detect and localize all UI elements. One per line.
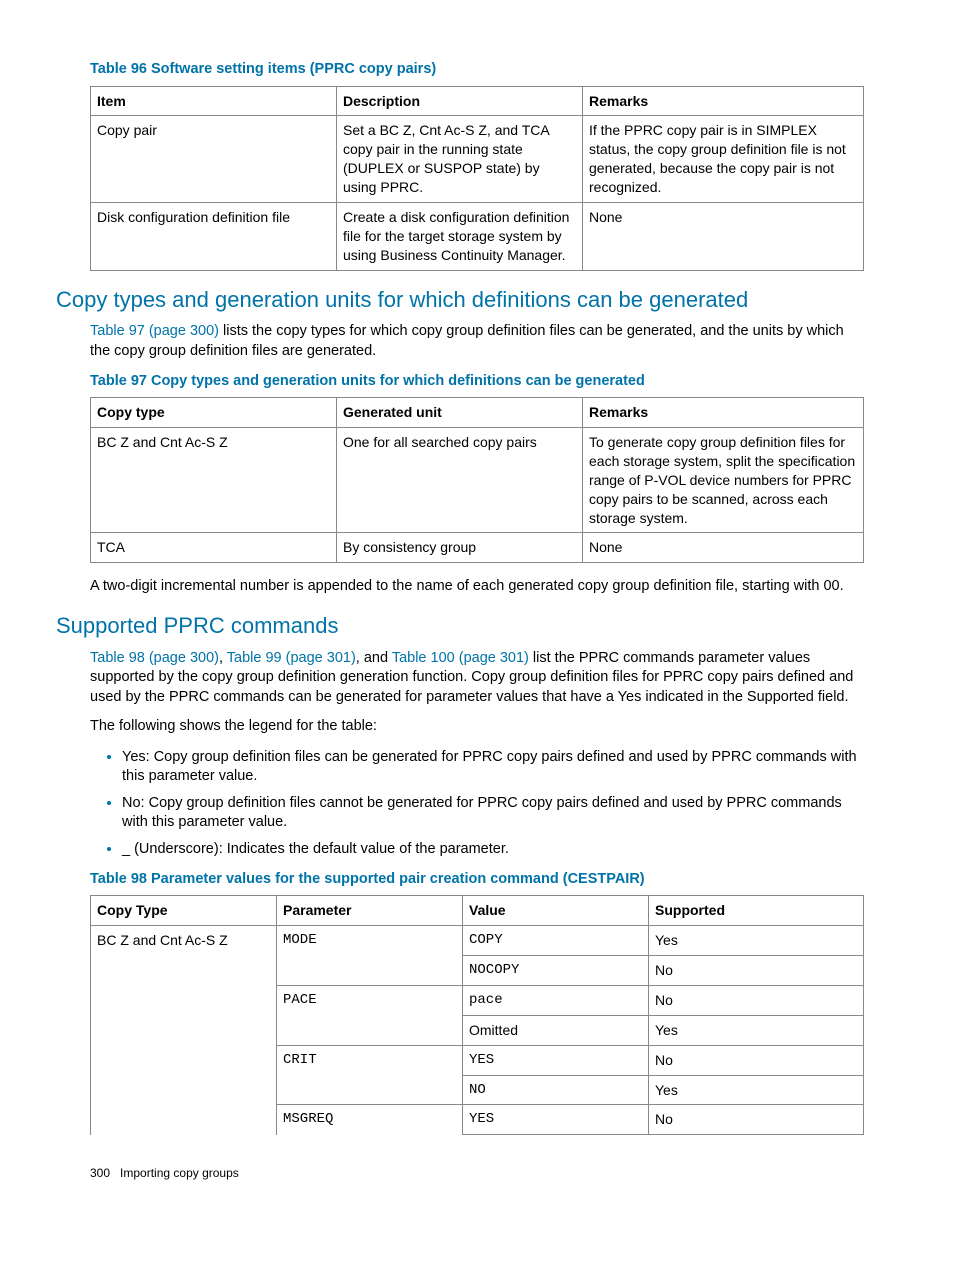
table-row: BC Z and Cnt Ac-S Z One for all searched… (91, 427, 864, 532)
cell: pace (463, 985, 649, 1015)
table-97-caption: Table 97 Copy types and generation units… (90, 372, 864, 392)
list-item: _ (Underscore): Indicates the default va… (122, 839, 864, 860)
paragraph: A two-digit incremental number is append… (90, 577, 864, 597)
col-remarks: Remarks (583, 86, 864, 116)
cell: None (583, 533, 864, 563)
cell: By consistency group (337, 533, 583, 563)
cell: None (583, 203, 864, 271)
col-copy-type: Copy Type (91, 896, 277, 926)
cell: No (649, 955, 864, 985)
cell: Copy pair (91, 116, 337, 203)
paragraph: Table 98 (page 300), Table 99 (page 301)… (90, 649, 864, 708)
link-table-99[interactable]: Table 99 (page 301) (227, 650, 356, 666)
cell: Set a BC Z, Cnt Ac-S Z, and TCA copy pai… (337, 116, 583, 203)
cell: NO (463, 1075, 649, 1105)
cell: MODE (277, 926, 463, 986)
col-item: Item (91, 86, 337, 116)
paragraph: The following shows the legend for the t… (90, 717, 864, 737)
cell: Create a disk configuration definition f… (337, 203, 583, 271)
cell: One for all searched copy pairs (337, 427, 583, 532)
table-row: Copy type Generated unit Remarks (91, 398, 864, 428)
cell: YES (463, 1045, 649, 1075)
col-copy-type: Copy type (91, 398, 337, 428)
section-name: Importing copy groups (120, 1166, 239, 1180)
list-item: No: Copy group definition files cannot b… (122, 793, 864, 833)
cell: COPY (463, 926, 649, 956)
table-98: Copy Type Parameter Value Supported BC Z… (90, 895, 864, 1135)
cell: MSGREQ (277, 1105, 463, 1135)
link-table-97[interactable]: Table 97 (page 300) (90, 323, 219, 339)
cell: To generate copy group definition files … (583, 427, 864, 532)
col-description: Description (337, 86, 583, 116)
table-row: Copy pair Set a BC Z, Cnt Ac-S Z, and TC… (91, 116, 864, 203)
col-parameter: Parameter (277, 896, 463, 926)
table-96: Item Description Remarks Copy pair Set a… (90, 86, 864, 271)
table-96-caption: Table 96 Software setting items (PPRC co… (90, 60, 864, 80)
cell: NOCOPY (463, 955, 649, 985)
legend-list: Yes: Copy group definition files can be … (90, 747, 864, 860)
cell: CRIT (277, 1045, 463, 1105)
cell: No (649, 985, 864, 1015)
heading-supported-pprc: Supported PPRC commands (56, 611, 864, 641)
cell: YES (463, 1105, 649, 1135)
cell: If the PPRC copy pair is in SIMPLEX stat… (583, 116, 864, 203)
cell: Yes (649, 1015, 864, 1045)
table-row: TCA By consistency group None (91, 533, 864, 563)
col-value: Value (463, 896, 649, 926)
table-98-caption: Table 98 Parameter values for the suppor… (90, 870, 864, 890)
table-97: Copy type Generated unit Remarks BC Z an… (90, 397, 864, 563)
cell: No (649, 1105, 864, 1135)
col-generated-unit: Generated unit (337, 398, 583, 428)
paragraph: Table 97 (page 300) lists the copy types… (90, 322, 864, 361)
heading-copy-types: Copy types and generation units for whic… (56, 285, 864, 315)
cell: No (649, 1045, 864, 1075)
table-row: Disk configuration definition file Creat… (91, 203, 864, 271)
cell: BC Z and Cnt Ac-S Z (91, 427, 337, 532)
table-row: BC Z and Cnt Ac-S Z MODE COPY Yes (91, 926, 864, 956)
col-supported: Supported (649, 896, 864, 926)
cell: PACE (277, 985, 463, 1045)
col-remarks: Remarks (583, 398, 864, 428)
cell: Omitted (463, 1015, 649, 1045)
cell: BC Z and Cnt Ac-S Z (91, 926, 277, 1135)
table-row: Item Description Remarks (91, 86, 864, 116)
link-table-100[interactable]: Table 100 (page 301) (392, 650, 529, 666)
page-number: 300 (90, 1166, 110, 1180)
cell: Yes (649, 1075, 864, 1105)
cell: Disk configuration definition file (91, 203, 337, 271)
cell: Yes (649, 926, 864, 956)
page-footer: 300 Importing copy groups (90, 1165, 864, 1181)
list-item: Yes: Copy group definition files can be … (122, 747, 864, 787)
link-table-98[interactable]: Table 98 (page 300) (90, 650, 219, 666)
cell: TCA (91, 533, 337, 563)
table-row: Copy Type Parameter Value Supported (91, 896, 864, 926)
